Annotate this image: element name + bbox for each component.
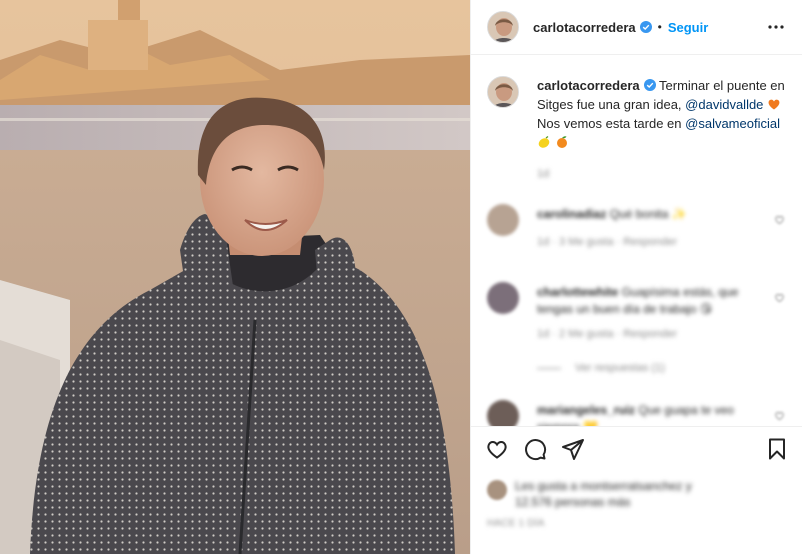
comment-avatar[interactable]: [487, 204, 519, 236]
liker-avatar[interactable]: [487, 480, 507, 500]
post-caption: carlotacorredera Terminar el puente en S…: [487, 76, 787, 152]
view-replies-link[interactable]: Ver respuestas (1): [537, 362, 665, 374]
comment-username[interactable]: charlottewhite: [537, 285, 618, 299]
verified-badge-icon: [639, 21, 652, 33]
post-actions-bar: [471, 426, 802, 472]
post-header: carlotacorredera • Seguir: [471, 0, 802, 55]
post-timestamp[interactable]: HACE 1 DÍA: [487, 518, 545, 529]
photo-illustration: [0, 0, 470, 554]
header-separator: •: [657, 20, 662, 34]
avatar-image: [488, 77, 518, 107]
likes-text[interactable]: Les gusta a montserratsanchez y 12.576 p…: [515, 478, 725, 510]
author-username[interactable]: carlotacorredera: [533, 20, 636, 35]
heart-icon[interactable]: [485, 437, 509, 461]
comment-icon[interactable]: [523, 437, 547, 461]
comment-meta[interactable]: 1d · 2 Me gusta · Responder: [537, 328, 677, 340]
post-photo[interactable]: [0, 0, 470, 554]
comment-username[interactable]: mariangeles_ruiz: [537, 403, 635, 417]
bookmark-icon[interactable]: [765, 437, 789, 461]
caption-username[interactable]: carlotacorredera: [537, 78, 640, 93]
caption-text: carlotacorredera Terminar el puente en S…: [537, 76, 787, 152]
comment-body: Qué bonita ✨: [609, 207, 687, 221]
orange-heart-emoji-icon: [768, 99, 780, 110]
comment-like-heart-icon[interactable]: [774, 214, 785, 225]
avatar-image: [488, 12, 518, 42]
comment-text: mariangeles_ruiz Que guapa te veo siempr…: [537, 402, 747, 426]
comments-section[interactable]: carlotacorredera Terminar el puente en S…: [471, 56, 802, 426]
caption-body-middle: Nos vemos esta tarde en: [537, 116, 686, 131]
caption-avatar[interactable]: [487, 76, 519, 108]
comment-meta[interactable]: 1d · 3 Me gusta · Responder: [537, 236, 677, 248]
comment-like-heart-icon[interactable]: [774, 410, 785, 421]
lemon-emoji-icon: [538, 135, 550, 148]
author-avatar[interactable]: [487, 11, 519, 43]
comment-avatar[interactable]: [487, 400, 519, 426]
comment-username[interactable]: carolinadiaz: [537, 207, 606, 221]
instagram-post: carlotacorredera • Seguir carlotacorrede…: [0, 0, 802, 554]
verified-badge-icon: [643, 79, 656, 91]
share-icon[interactable]: [561, 437, 585, 461]
comment-like-heart-icon[interactable]: [774, 292, 785, 303]
more-options-icon[interactable]: [767, 18, 785, 36]
follow-button[interactable]: Seguir: [668, 20, 708, 35]
mention-davidvallde[interactable]: @davidvallde: [685, 97, 763, 112]
caption-timestamp: 1d: [537, 168, 550, 180]
comment-text: carolinadiaz Qué bonita ✨: [537, 206, 747, 223]
post-side-panel: carlotacorredera • Seguir carlotacorrede…: [470, 0, 802, 554]
likes-summary[interactable]: Les gusta a montserratsanchez y 12.576 p…: [487, 474, 787, 514]
mention-salvameoficial[interactable]: @salvameoficial: [685, 116, 780, 131]
comment-text: charlottewhite Guapísima estás, que teng…: [537, 284, 747, 318]
tangerine-emoji-icon: [556, 136, 567, 148]
comment-avatar[interactable]: [487, 282, 519, 314]
